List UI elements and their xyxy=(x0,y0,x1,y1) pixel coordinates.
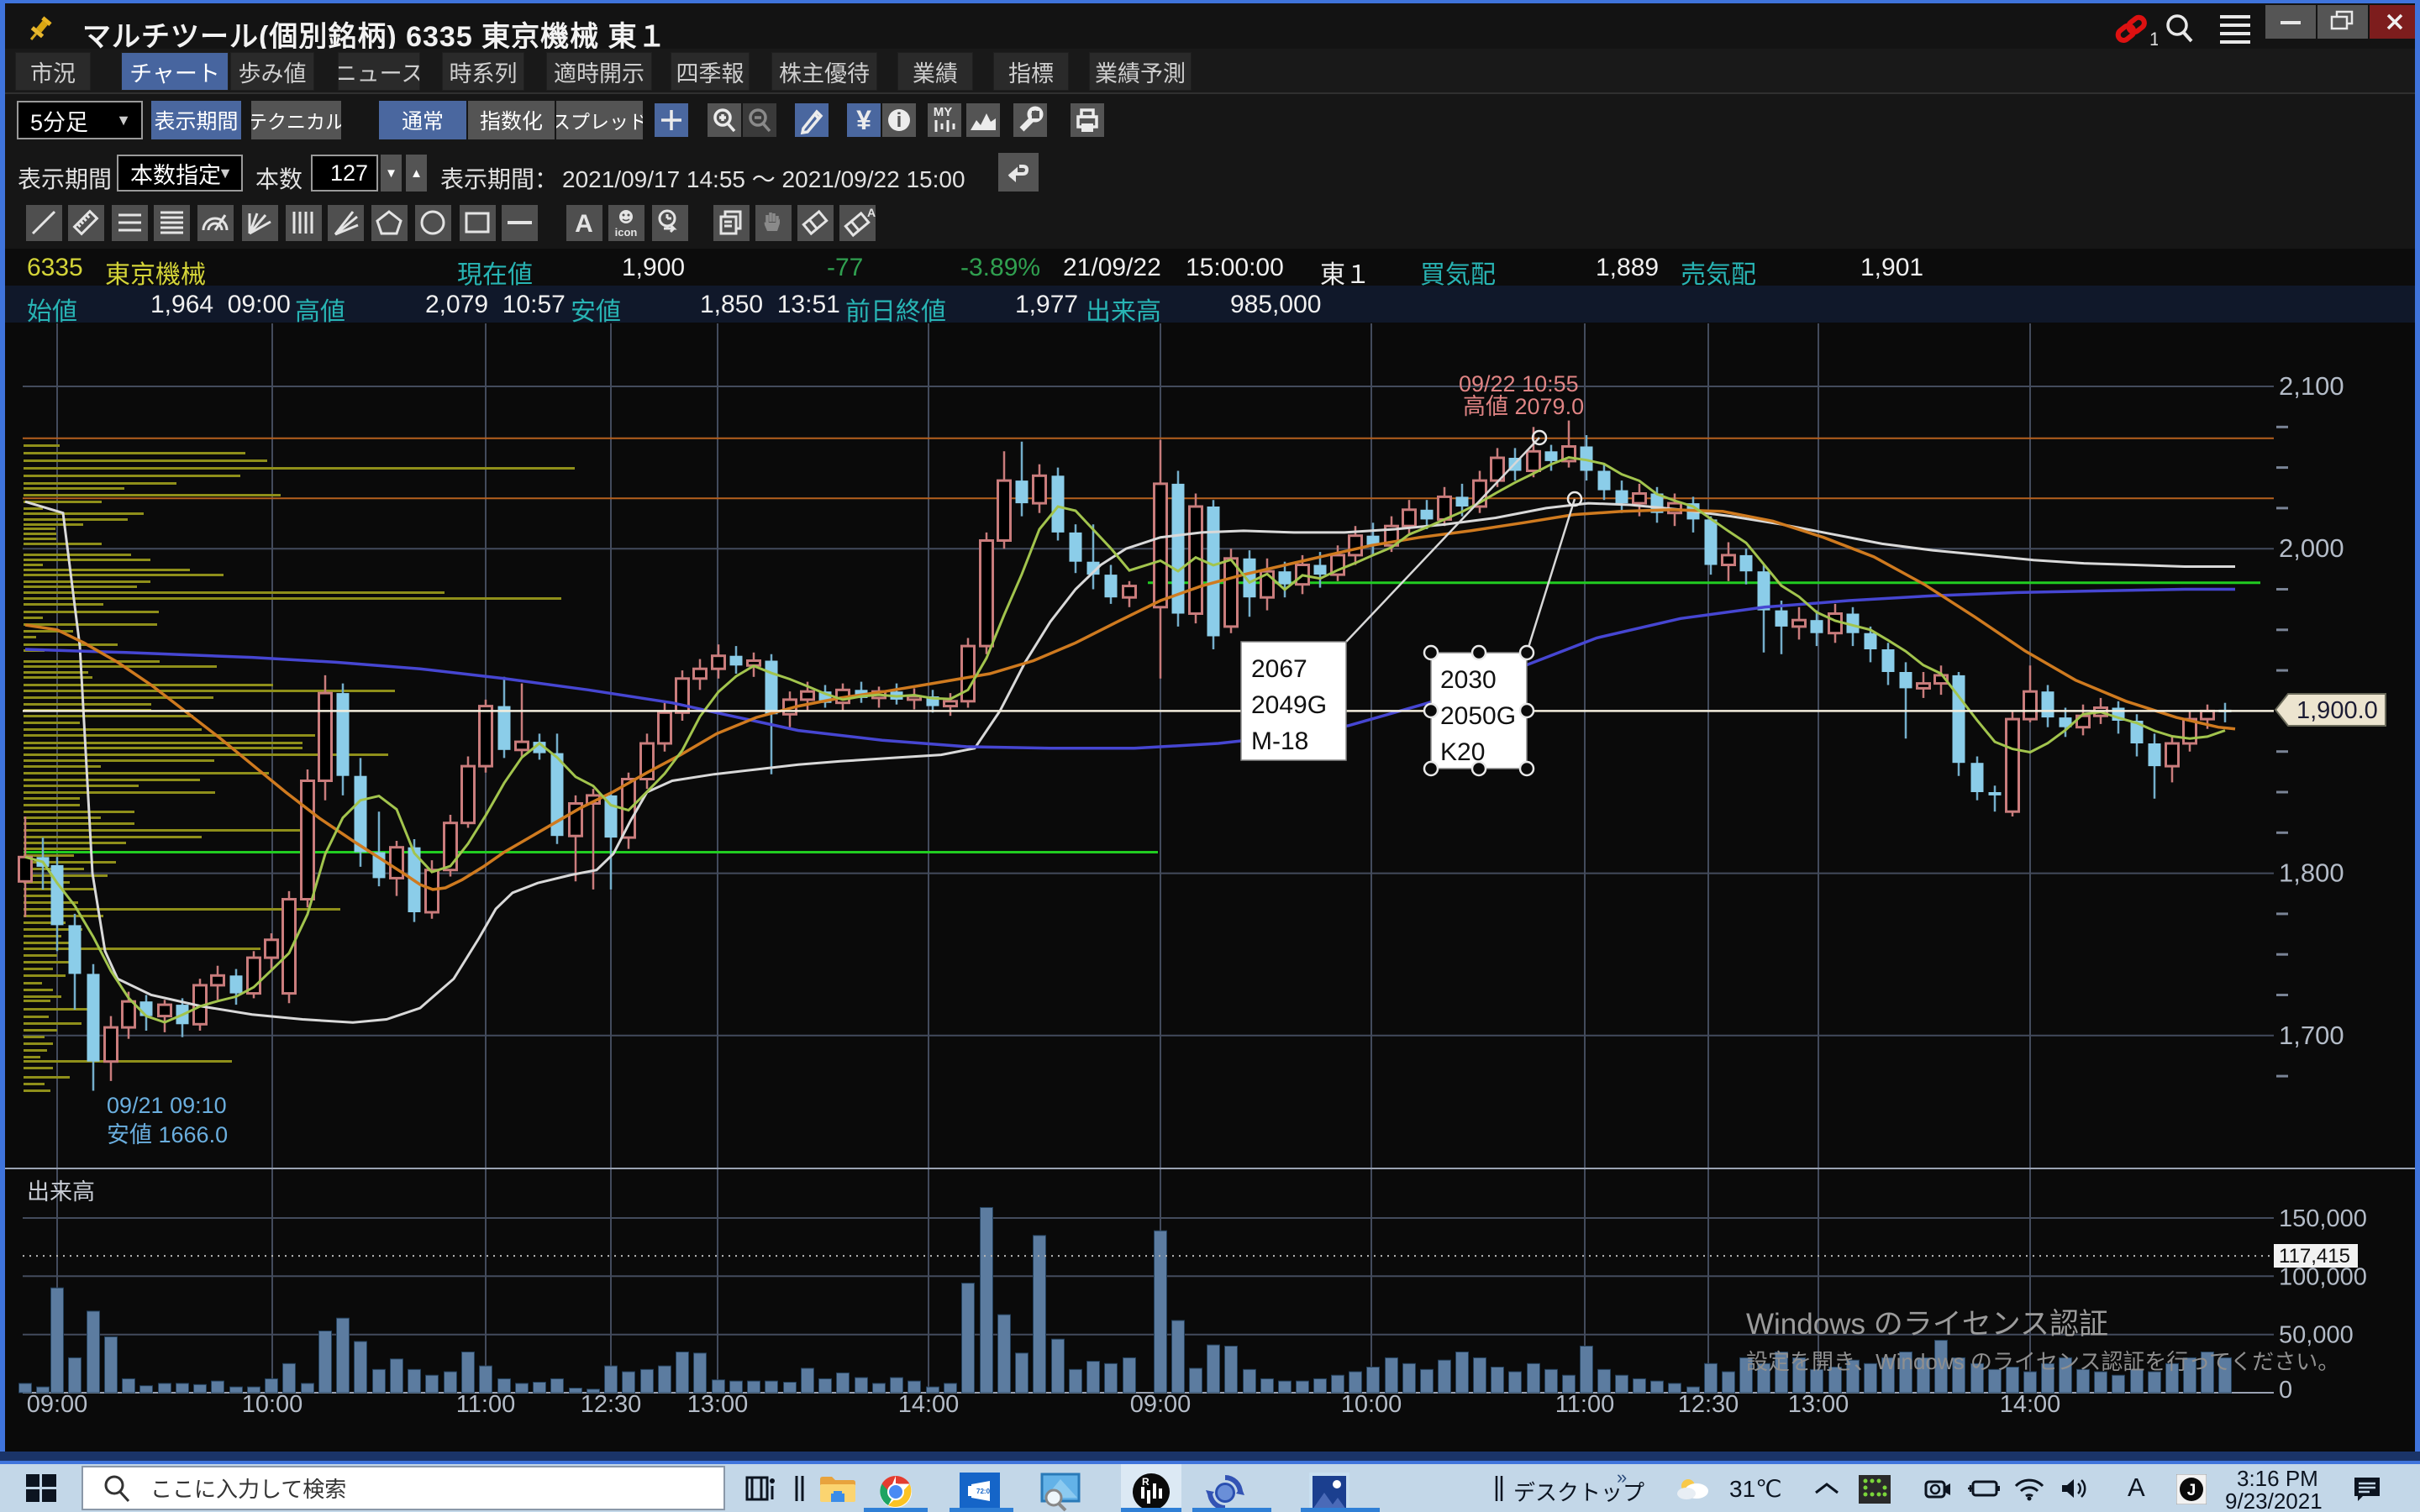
svg-text:0: 0 xyxy=(2279,1377,2292,1404)
svg-text:R: R xyxy=(1142,1476,1150,1488)
svg-text:2,000: 2,000 xyxy=(2279,533,2344,563)
svg-text:72:00: 72:00 xyxy=(976,1488,994,1495)
svg-text:1,700: 1,700 xyxy=(2279,1021,2344,1050)
svg-text:100,000: 100,000 xyxy=(2279,1263,2367,1290)
svg-text:50,000: 50,000 xyxy=(2279,1322,2354,1349)
svg-text:安値 1666.0: 安値 1666.0 xyxy=(107,1122,228,1147)
svg-text:09:00: 09:00 xyxy=(27,1391,88,1418)
svg-text:117,415: 117,415 xyxy=(2279,1245,2350,1268)
svg-text:2067: 2067 xyxy=(1251,655,1307,683)
svg-text:13:00: 13:00 xyxy=(1788,1391,1849,1418)
svg-text:J: J xyxy=(2187,1482,2196,1499)
svg-text:13:00: 13:00 xyxy=(687,1391,749,1418)
svg-text:14:00: 14:00 xyxy=(898,1391,960,1418)
svg-text:2030: 2030 xyxy=(1440,666,1497,694)
svg-text:150,000: 150,000 xyxy=(2279,1205,2367,1232)
svg-text:10:00: 10:00 xyxy=(242,1391,303,1418)
svg-text:1,900.0: 1,900.0 xyxy=(2296,697,2378,724)
svg-text:設定を開き、Windows のライセンス認証を行ってください: 設定を開き、Windows のライセンス認証を行ってください。 xyxy=(1746,1349,2339,1374)
svg-text:Windows のライセンス認証: Windows のライセンス認証 xyxy=(1746,1308,2108,1341)
svg-text:10:00: 10:00 xyxy=(1341,1391,1402,1418)
svg-text:09/21 09:10: 09/21 09:10 xyxy=(107,1093,227,1118)
svg-text:09/22 10:55: 09/22 10:55 xyxy=(1459,371,1579,396)
svg-text:2049G: 2049G xyxy=(1251,691,1327,719)
svg-text:12:30: 12:30 xyxy=(581,1391,642,1418)
svg-text:高値 2079.0: 高値 2079.0 xyxy=(1463,394,1584,419)
svg-text:M-18: M-18 xyxy=(1251,727,1308,755)
svg-text:2050G: 2050G xyxy=(1440,702,1516,730)
svg-text:11:00: 11:00 xyxy=(1555,1391,1614,1418)
svg-text:11:00: 11:00 xyxy=(456,1391,515,1418)
svg-text:出来高: 出来高 xyxy=(27,1179,95,1205)
svg-text:2,100: 2,100 xyxy=(2279,371,2344,401)
svg-text:1,800: 1,800 xyxy=(2279,858,2344,888)
svg-text:14:00: 14:00 xyxy=(2000,1391,2061,1418)
svg-text:12:30: 12:30 xyxy=(1678,1391,1739,1418)
svg-text:09:00: 09:00 xyxy=(1130,1391,1192,1418)
